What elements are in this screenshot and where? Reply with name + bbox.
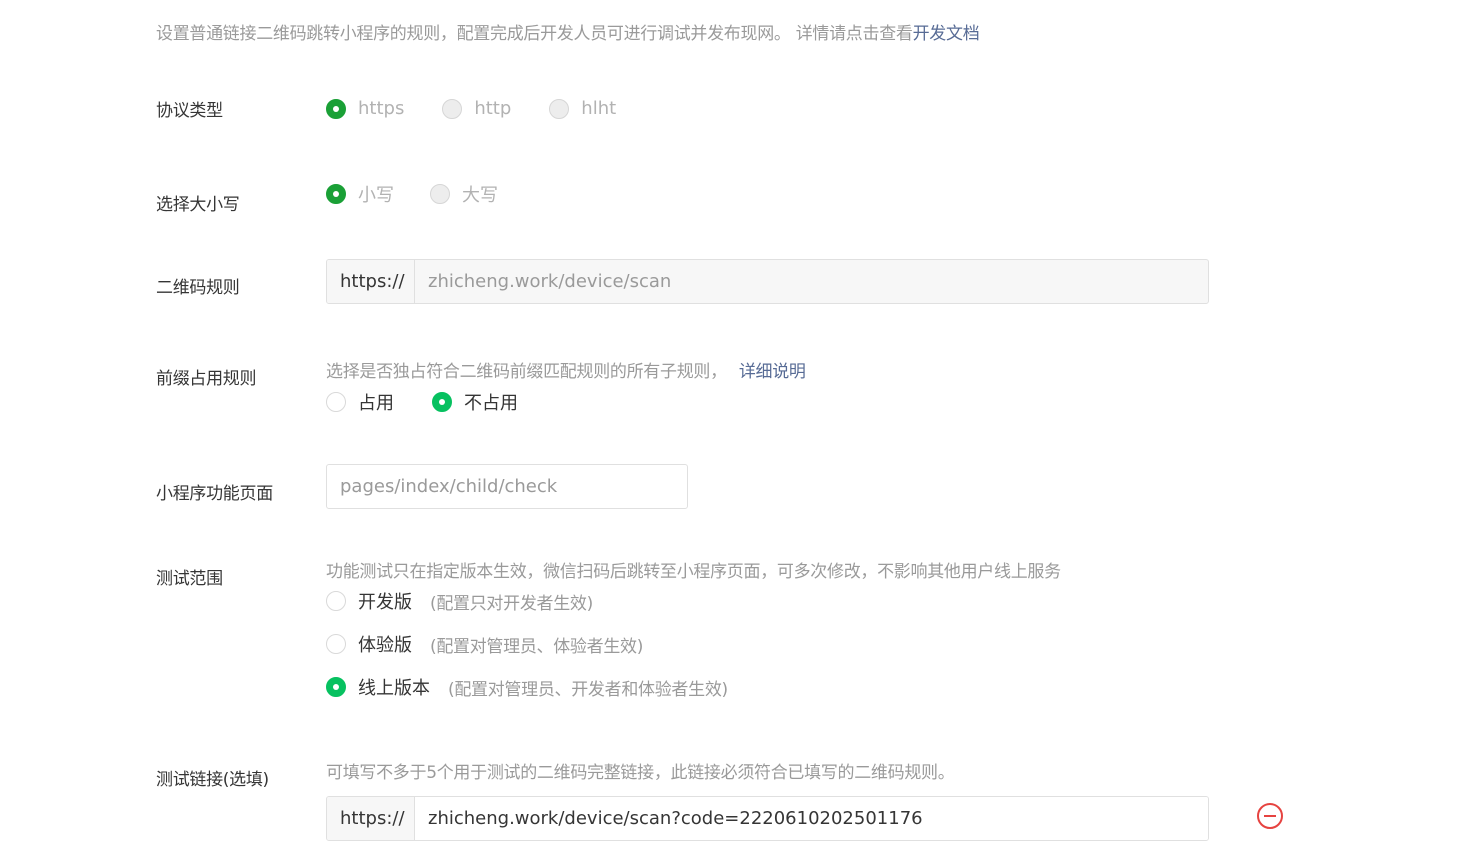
- radio-hlht[interactable]: hlht: [549, 98, 616, 119]
- radio-uppercase-label: 大写: [462, 185, 498, 206]
- page-path-input[interactable]: pages/index/child/check: [326, 464, 688, 509]
- radio-checked-icon: [326, 184, 346, 204]
- radio-hlht-label: hlht: [581, 98, 617, 119]
- radio-online-version[interactable]: 线上版本 (配置对管理员、开发者和体验者生效): [326, 674, 728, 700]
- radio-http[interactable]: http: [442, 98, 511, 119]
- radio-https[interactable]: https: [326, 98, 404, 119]
- radio-uppercase[interactable]: 大写: [430, 181, 498, 207]
- radio-dev-version-label: 开发版: [358, 592, 412, 613]
- qr-rule-label: 二维码规则: [156, 278, 240, 298]
- radio-trial-version[interactable]: 体验版 (配置对管理员、体验者生效): [326, 631, 643, 657]
- radio-checked-icon: [326, 677, 346, 697]
- test-link-label: 测试链接(选填): [156, 770, 269, 790]
- radio-online-version-note: (配置对管理员、开发者和体验者生效): [448, 679, 728, 700]
- radio-unchecked-icon: [442, 98, 463, 119]
- test-link-input-group[interactable]: https:// zhicheng.work/device/scan?code=…: [326, 796, 1209, 841]
- test-scope-label: 测试范围: [156, 569, 223, 589]
- qr-rule-input-group[interactable]: https:// zhicheng.work/device/scan: [326, 259, 1209, 304]
- protocol-label: 协议类型: [156, 101, 223, 121]
- prefix-rule-hint-text: 选择是否独占符合二维码前缀匹配规则的所有子规则，: [326, 362, 727, 382]
- case-label: 选择大小写: [156, 195, 240, 215]
- test-link-hint: 可填写不多于5个用于测试的二维码完整链接，此链接必须符合已填写的二维码规则。: [326, 763, 955, 783]
- radio-lowercase-label: 小写: [358, 185, 394, 206]
- radio-occupy-label: 占用: [358, 393, 394, 414]
- page-label: 小程序功能页面: [156, 484, 273, 504]
- radio-dev-version-note: (配置只对开发者生效): [430, 593, 593, 614]
- radio-https-label: https: [358, 98, 405, 119]
- minus-bar: [1264, 815, 1276, 817]
- radio-occupy[interactable]: 占用: [326, 389, 394, 415]
- dev-docs-link[interactable]: 开发文档: [913, 24, 980, 44]
- details-link[interactable]: 详细说明: [739, 362, 806, 382]
- radio-unchecked-icon: [430, 184, 450, 204]
- radio-dev-version[interactable]: 开发版 (配置只对开发者生效): [326, 588, 593, 614]
- intro-description: 设置普通链接二维码跳转小程序的规则，配置完成后开发人员可进行调试并发布现网。 详…: [156, 24, 913, 44]
- prefix-rule-radio-group: 占用 不占用: [326, 389, 518, 415]
- qr-rule-prefix: https://: [327, 260, 415, 303]
- prefix-rule-hint: 选择是否独占符合二维码前缀匹配规则的所有子规则， 详细说明: [326, 357, 806, 382]
- radio-trial-version-label: 体验版: [358, 635, 412, 656]
- test-link-input[interactable]: zhicheng.work/device/scan?code=222061020…: [415, 797, 1208, 840]
- radio-checked-icon: [432, 392, 452, 412]
- prefix-rule-label: 前缀占用规则: [156, 369, 257, 389]
- minus-circle-icon[interactable]: [1257, 803, 1283, 829]
- intro-text: 设置普通链接二维码跳转小程序的规则，配置完成后开发人员可进行调试并发布现网。 详…: [156, 19, 980, 44]
- radio-unchecked-icon: [326, 392, 346, 412]
- radio-online-version-label: 线上版本: [358, 678, 430, 699]
- radio-checked-icon: [326, 98, 346, 119]
- test-scope-hint: 功能测试只在指定版本生效，微信扫码后跳转至小程序页面，可多次修改，不影响其他用户…: [326, 562, 1061, 582]
- radio-unchecked-icon: [326, 634, 346, 654]
- radio-http-label: http: [474, 98, 512, 119]
- radio-not-occupy[interactable]: 不占用: [432, 389, 518, 415]
- radio-lowercase[interactable]: 小写: [326, 181, 394, 207]
- radio-trial-version-note: (配置对管理员、体验者生效): [430, 636, 644, 657]
- test-link-prefix: https://: [327, 797, 415, 840]
- case-radio-group: 小写 大写: [326, 181, 498, 207]
- protocol-radio-group: https http hlht: [326, 98, 616, 119]
- radio-unchecked-icon: [549, 98, 570, 119]
- radio-not-occupy-label: 不占用: [464, 393, 518, 414]
- qr-rule-input[interactable]: zhicheng.work/device/scan: [415, 260, 1208, 303]
- radio-unchecked-icon: [326, 591, 346, 611]
